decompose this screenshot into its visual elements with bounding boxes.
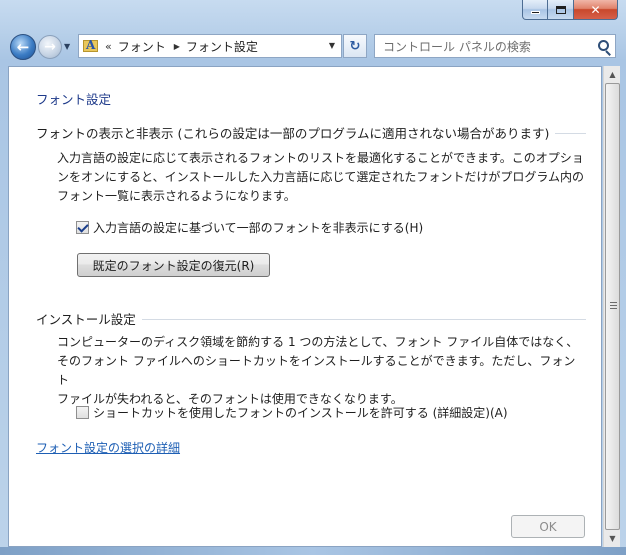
heading-divider bbox=[555, 133, 586, 134]
restore-button-label: 既定のフォント設定の復元(R) bbox=[92, 258, 255, 273]
scroll-down-arrow-icon[interactable]: ▼ bbox=[604, 530, 621, 547]
scrollbar-grip-icon bbox=[610, 302, 617, 310]
forward-arrow-icon: → bbox=[44, 39, 56, 55]
address-overflow-chevron[interactable]: « bbox=[105, 40, 112, 53]
description-line: 入力言語の設定に応じて表示されるフォントのリストを最適化することができます。この… bbox=[57, 151, 584, 165]
allow-shortcuts-checkbox[interactable] bbox=[76, 406, 89, 419]
close-icon: ✕ bbox=[590, 2, 601, 17]
description-line: フォント一覧に表示されるようになります。 bbox=[57, 189, 296, 203]
install-description: コンピューターのディスク領域を節約する 1 つの方法として、フォント ファイル自… bbox=[57, 333, 587, 409]
description-line: ンをオンにすると、インストールした入力言語に応じて選定されたフォントだけがプログ… bbox=[57, 170, 585, 184]
search-icon[interactable] bbox=[598, 40, 609, 51]
caption-buttons: ✕ bbox=[522, 0, 618, 20]
search-input[interactable]: コントロール パネルの検索 bbox=[374, 34, 616, 58]
minimize-icon bbox=[530, 11, 540, 14]
hide-fonts-checkbox[interactable] bbox=[76, 221, 89, 234]
maximize-button[interactable] bbox=[548, 0, 574, 20]
breadcrumb-fonts[interactable]: フォント bbox=[118, 38, 166, 55]
restore-default-settings-button[interactable]: 既定のフォント設定の復元(R) bbox=[77, 253, 270, 277]
window-frame: ✕ ← → ▼ A « フォント ▶ フォント設定 ▼ ↻ コントロール パネル… bbox=[0, 0, 626, 555]
ok-button[interactable]: OK bbox=[511, 515, 585, 538]
allow-shortcuts-checkbox-row[interactable]: ショートカットを使用したフォントのインストールを許可する (詳細設定)(A) bbox=[76, 404, 508, 421]
description-line: コンピューターのディスク領域を節約する 1 つの方法として、フォント ファイル自… bbox=[57, 335, 579, 349]
minimize-button[interactable] bbox=[522, 0, 548, 20]
content-pane: フォント設定 フォントの表示と非表示 (これらの設定は一部のプログラムに適用され… bbox=[8, 66, 602, 547]
description-line: そのフォント ファイルへのショートカットをインストールすることができます。ただし… bbox=[57, 354, 576, 387]
forward-button[interactable]: → bbox=[38, 35, 62, 59]
back-button[interactable]: ← bbox=[10, 34, 36, 60]
hide-fonts-checkbox-label[interactable]: 入力言語の設定に基づいて一部のフォントを非表示にする(H) bbox=[93, 219, 423, 236]
address-bar[interactable]: A « フォント ▶ フォント設定 ▼ bbox=[78, 34, 342, 58]
address-dropdown-icon[interactable]: ▼ bbox=[329, 41, 335, 50]
breadcrumb-font-settings[interactable]: フォント設定 bbox=[186, 38, 258, 55]
ok-button-label: OK bbox=[539, 519, 557, 534]
navigation-bar: ← → ▼ A « フォント ▶ フォント設定 ▼ ↻ コントロール パネルの検… bbox=[0, 28, 626, 62]
install-heading-text: インストール設定 bbox=[36, 312, 136, 327]
recent-pages-dropdown-icon[interactable]: ▼ bbox=[64, 42, 70, 51]
close-button[interactable]: ✕ bbox=[574, 0, 618, 20]
refresh-icon: ↻ bbox=[349, 38, 361, 54]
scrollbar-thumb[interactable] bbox=[605, 83, 620, 530]
allow-shortcuts-checkbox-label[interactable]: ショートカットを使用したフォントのインストールを許可する (詳細設定)(A) bbox=[93, 404, 508, 421]
window-bottom-border bbox=[0, 547, 626, 555]
search-placeholder: コントロール パネルの検索 bbox=[383, 39, 531, 54]
breadcrumb-separator-icon[interactable]: ▶ bbox=[174, 42, 180, 51]
show-hide-heading-text: フォントの表示と非表示 (これらの設定は一部のプログラムに適用されない場合があり… bbox=[36, 126, 550, 141]
hide-fonts-checkbox-row[interactable]: 入力言語の設定に基づいて一部のフォントを非表示にする(H) bbox=[76, 219, 423, 236]
back-arrow-icon: ← bbox=[16, 38, 30, 56]
page-title: フォント設定 bbox=[36, 92, 112, 107]
font-settings-help-link[interactable]: フォント設定の選択の詳細 bbox=[36, 439, 180, 456]
heading-divider bbox=[141, 319, 586, 320]
refresh-button[interactable]: ↻ bbox=[343, 34, 367, 58]
scroll-up-arrow-icon[interactable]: ▲ bbox=[604, 66, 621, 83]
maximize-icon bbox=[555, 5, 566, 14]
show-hide-section-heading: フォントの表示と非表示 (これらの設定は一部のプログラムに適用されない場合があり… bbox=[36, 123, 586, 142]
show-hide-description: 入力言語の設定に応じて表示されるフォントのリストを最適化することができます。この… bbox=[57, 149, 587, 206]
vertical-scrollbar[interactable]: ▲ ▼ bbox=[603, 66, 620, 547]
fonts-folder-icon: A bbox=[83, 38, 99, 54]
install-section-heading: インストール設定 bbox=[36, 309, 586, 328]
